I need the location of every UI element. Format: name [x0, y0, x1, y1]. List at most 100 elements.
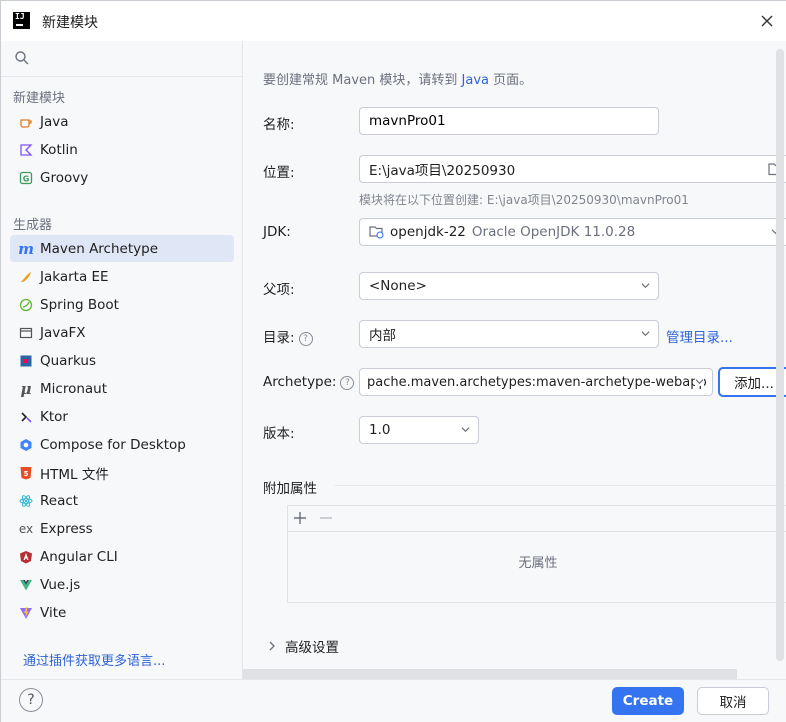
advanced-settings-label: 高级设置	[285, 640, 339, 656]
get-more-languages-link[interactable]: 通过插件获取更多语言...	[23, 650, 165, 669]
javafx-icon	[18, 325, 34, 341]
sidebar-item-jakarta-ee[interactable]: Jakarta EE	[10, 263, 234, 290]
help-question-icon[interactable]: ?	[340, 376, 355, 390]
sidebar-item-micronaut[interactable]: μ Micronaut	[10, 375, 234, 402]
catalog-select[interactable]: 内部	[359, 320, 659, 348]
spring-icon	[18, 297, 34, 313]
sidebar-item-angular-cli[interactable]: Angular CLI	[10, 543, 234, 570]
hint-suffix: 页面。	[488, 73, 533, 88]
search-input[interactable]	[35, 47, 235, 71]
advanced-settings-toggle[interactable]: 高级设置	[267, 636, 339, 656]
minus-icon	[320, 517, 332, 519]
html-icon: 5	[18, 465, 34, 481]
jdk-name: openjdk-22	[390, 224, 466, 240]
jakarta-icon	[18, 269, 34, 285]
search-icon	[15, 51, 29, 65]
chevron-down-icon	[461, 427, 470, 433]
catalog-label: 目录:	[263, 330, 295, 346]
properties-toolbar	[288, 506, 786, 532]
svg-text:G: G	[23, 174, 30, 183]
sidebar-item-html-file[interactable]: 5 HTML 文件	[10, 459, 234, 486]
sidebar-item-spring-boot[interactable]: Spring Boot	[10, 291, 234, 318]
sidebar-item-label: Ktor	[40, 408, 68, 425]
sidebar-item-label: Micronaut	[40, 380, 108, 397]
dialog-title: 新建模块	[42, 15, 98, 31]
intellij-logo-icon: IJ	[13, 12, 30, 29]
location-value: E:\java项目\20250930	[369, 163, 516, 179]
java-page-hint: 要创建常规 Maven 模块，请转到 Java 页面。	[263, 69, 532, 88]
angular-icon	[18, 549, 34, 565]
search-box	[1, 41, 242, 77]
manage-catalogs-link[interactable]: 管理目录...	[666, 326, 733, 346]
help-button[interactable]: ?	[19, 688, 43, 712]
sidebar-item-label: Spring Boot	[40, 296, 119, 313]
parent-label: 父项:	[263, 282, 295, 298]
catalog-label-row: 目录:?	[263, 326, 313, 346]
vite-icon	[18, 605, 34, 621]
sidebar-item-express[interactable]: ex Express	[10, 515, 234, 542]
sidebar-item-label: Jakarta EE	[40, 268, 109, 285]
location-input[interactable]: E:\java项目\20250930	[359, 155, 786, 183]
groovy-icon: G	[18, 170, 34, 186]
name-input[interactable]	[359, 107, 659, 135]
sidebar-item-label: Kotlin	[40, 141, 78, 158]
create-button[interactable]: Create	[612, 687, 684, 715]
cancel-button[interactable]: 取消	[697, 687, 769, 715]
sidebar-item-compose-for-desktop[interactable]: Compose for Desktop	[10, 431, 234, 458]
group-title-new-module: 新建模块	[13, 91, 66, 106]
parent-select[interactable]: <None>	[359, 272, 659, 300]
sidebar-item-label: Java	[40, 113, 69, 130]
compose-icon	[18, 437, 34, 453]
sidebar-item-javafx[interactable]: JavaFX	[10, 319, 234, 346]
help-question-icon[interactable]: ?	[298, 332, 313, 346]
sidebar-item-label: HTML 文件	[40, 466, 109, 483]
version-value: 1.0	[369, 422, 391, 438]
version-label: 版本:	[263, 426, 295, 442]
svg-text:5: 5	[24, 470, 29, 478]
kotlin-icon	[18, 142, 34, 158]
sidebar-item-java[interactable]: Java	[10, 108, 234, 135]
sidebar-item-label: Vue.js	[40, 576, 81, 593]
sidebar-item-label: JavaFX	[40, 324, 86, 341]
sidebar-item-label: Vite	[40, 604, 67, 621]
jdk-select[interactable]: openjdk-22 Oracle OpenJDK 11.0.28	[359, 218, 786, 246]
name-label: 名称:	[263, 117, 295, 133]
sidebar-item-vite[interactable]: Vite	[10, 599, 234, 626]
vertical-scrollbar[interactable]	[776, 49, 784, 661]
sidebar-item-vuejs[interactable]: Vue.js	[10, 571, 234, 598]
sidebar-item-label: Groovy	[40, 169, 89, 186]
express-icon: ex	[18, 521, 34, 536]
close-button[interactable]	[755, 9, 779, 33]
micronaut-icon: μ	[20, 379, 32, 398]
version-select[interactable]: 1.0	[359, 416, 479, 444]
quarkus-icon	[18, 353, 34, 369]
archetype-label-row: Archetype:?	[263, 374, 355, 390]
chevron-down-icon	[641, 331, 650, 337]
sidebar-item-ktor[interactable]: Ktor	[10, 403, 234, 430]
archetype-select[interactable]: pache.maven.archetypes:maven-archetype-w…	[359, 368, 713, 396]
sidebar-item-label: Compose for Desktop	[40, 436, 186, 453]
sidebar-item-maven-archetype[interactable]: m Maven Archetype	[10, 235, 234, 262]
java-page-link[interactable]: Java	[462, 73, 489, 88]
dialog-footer: ? Create 取消	[1, 679, 786, 722]
sidebar-item-kotlin[interactable]: Kotlin	[10, 136, 234, 163]
sidebar-item-groovy[interactable]: G Groovy	[10, 164, 234, 191]
sidebar-item-label: Quarkus	[40, 352, 96, 369]
catalog-value: 内部	[369, 328, 396, 344]
section-divider	[335, 485, 785, 486]
horizontal-scrollbar[interactable]	[243, 669, 737, 679]
remove-property-button[interactable]	[316, 507, 336, 531]
sidebar-item-label: Maven Archetype	[40, 240, 158, 257]
properties-panel: 无属性	[287, 505, 786, 603]
add-property-button[interactable]	[290, 507, 310, 531]
close-icon	[761, 15, 773, 27]
new-module-dialog: IJ 新建模块 新建模块 Java Kotlin G Groovy 生成器 m …	[0, 0, 786, 722]
parent-value: <None>	[369, 278, 427, 294]
main-form: 要创建常规 Maven 模块，请转到 Java 页面。 名称: 位置: E:\j…	[243, 41, 786, 679]
sidebar-item-label: Angular CLI	[40, 548, 118, 565]
sidebar-item-react[interactable]: React	[10, 487, 234, 514]
sidebar: 新建模块 Java Kotlin G Groovy 生成器 m Maven Ar…	[1, 41, 243, 679]
sidebar-item-quarkus[interactable]: Quarkus	[10, 347, 234, 374]
chevron-down-icon	[641, 283, 650, 289]
plus-icon	[294, 512, 306, 524]
